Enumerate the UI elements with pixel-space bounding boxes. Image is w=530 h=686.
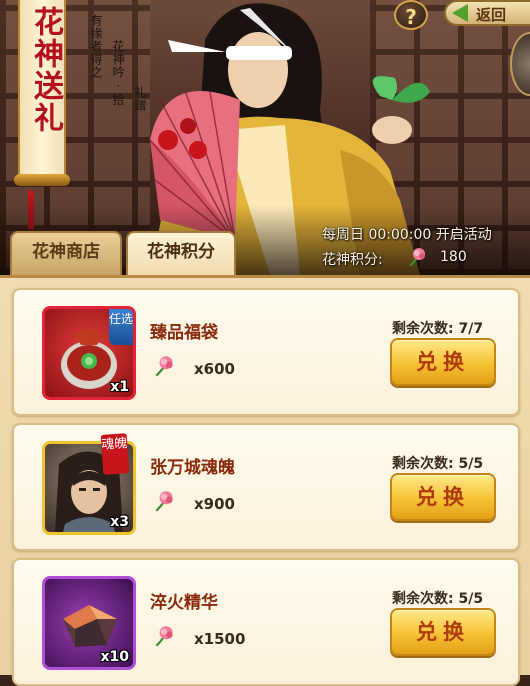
- back-button[interactable]: 返回: [444, 0, 530, 26]
- remaining-count: 剩余次数: 5/5: [392, 456, 484, 472]
- event-schedule: 每周日 00:00:00 开启活动: [322, 227, 492, 243]
- back-arrow-icon: [452, 4, 468, 22]
- redeem-button[interactable]: 兑换: [390, 473, 496, 521]
- item-frame[interactable]: x10: [42, 576, 136, 670]
- scroll-rod: [14, 174, 70, 186]
- poem-line: 礼赠: [133, 86, 147, 112]
- redeem-button[interactable]: 兑换: [390, 608, 496, 656]
- help-button[interactable]: ?: [394, 0, 428, 30]
- page-title: 花神送礼: [28, 6, 63, 134]
- remaining-count: 剩余次数: 7/7: [392, 321, 484, 337]
- title-scroll: 花神送礼: [14, 0, 70, 190]
- pink-flower-icon: [155, 491, 173, 512]
- exchange-item-card: 任选 x1 臻品福袋 x600 剩余次数: 7/7 兑换: [12, 288, 520, 416]
- exchange-item-card: x10 淬火精华 x1500 剩余次数: 5/5 兑换: [12, 558, 520, 686]
- poem-line: 花神吟 · 拾: [111, 40, 125, 107]
- item-frame[interactable]: 任选 x1: [42, 306, 136, 400]
- remaining-count: 剩余次数: 5/5: [392, 591, 484, 607]
- pink-flower-icon: [155, 626, 173, 647]
- redeem-button[interactable]: 兑换: [390, 338, 496, 386]
- item-cost: x1500: [194, 630, 246, 648]
- soul-seal-badge: 魂魄: [100, 433, 130, 475]
- poem-line: 有缘者得之: [89, 14, 103, 79]
- back-label: 返回: [476, 6, 507, 24]
- exchange-list: 任选 x1 臻品福袋 x600 剩余次数: 7/7 兑换 x3 张万城魂魄 x9…: [0, 275, 530, 686]
- item-quantity: x1: [110, 379, 129, 395]
- tab-flower-points[interactable]: 花神积分: [126, 231, 236, 275]
- exchange-item-card: x3 张万城魂魄 x900 剩余次数: 5/5 兑换: [12, 423, 520, 551]
- tab-flower-shop[interactable]: 花神商店: [10, 231, 122, 275]
- item-name: 张万城魂魄: [150, 458, 235, 478]
- pink-flower-icon: [409, 248, 425, 267]
- item-quantity: x10: [100, 649, 129, 665]
- hero-banner: 花神送礼 有缘者得之 花神吟 · 拾 礼赠 ? 返回 每周日 00:00:00 …: [0, 0, 530, 275]
- item-quantity: x3: [110, 514, 129, 530]
- item-name: 淬火精华: [150, 593, 218, 613]
- tassel-decoration: [28, 190, 34, 230]
- item-cost: x600: [194, 360, 235, 378]
- points-label: 花神积分:: [322, 252, 383, 268]
- optional-badge: 任选: [109, 309, 133, 345]
- points-value: 180: [440, 249, 467, 265]
- item-cost: x900: [194, 495, 235, 513]
- item-name: 臻品福袋: [150, 323, 218, 343]
- pink-flower-icon: [155, 356, 173, 377]
